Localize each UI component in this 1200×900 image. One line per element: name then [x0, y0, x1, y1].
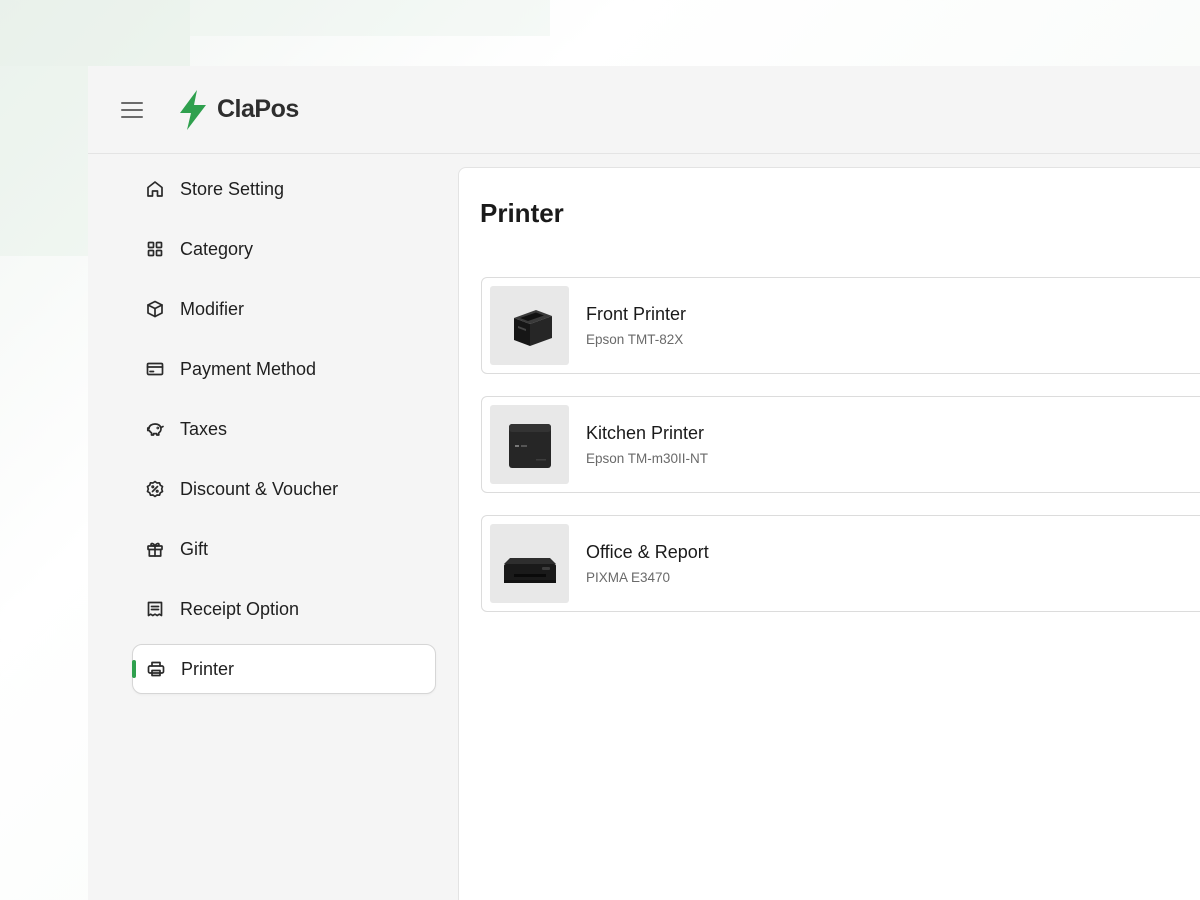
lightning-bolt-icon	[180, 89, 206, 130]
sidebar-item-category[interactable]: Category	[132, 224, 436, 274]
piggy-bank-icon	[145, 419, 165, 439]
gift-icon	[145, 539, 165, 559]
discount-badge-icon	[145, 479, 165, 499]
background-tile	[0, 0, 190, 66]
kitchen-printer-image	[508, 423, 551, 468]
printer-card-kitchen[interactable]: Kitchen Printer Epson TM-m30II-NT	[481, 396, 1200, 493]
background-tile	[0, 66, 88, 256]
printer-image	[490, 524, 569, 603]
printer-icon	[146, 659, 166, 679]
sidebar-item-modifier[interactable]: Modifier	[132, 284, 436, 334]
box-icon	[145, 299, 165, 319]
printer-name: Front Printer	[586, 304, 687, 324]
printer-panel: Printer Front Printer Epson TMT-82X Kitc…	[458, 167, 1200, 900]
background-tile	[190, 0, 550, 36]
sidebar-item-label: Receipt Option	[180, 598, 300, 619]
sidebar-item-payment-method[interactable]: Payment Method	[132, 344, 436, 394]
printer-name: Office & Report	[586, 542, 709, 562]
sidebar-item-discount-voucher[interactable]: Discount & Voucher	[132, 464, 436, 514]
app-name: ClaPos	[217, 95, 299, 123]
app-window: ClaPos Store Setting Category Modifier P…	[88, 66, 1200, 900]
grid-icon	[145, 239, 165, 259]
receipt-printer-image	[513, 309, 552, 346]
printer-image	[490, 286, 569, 365]
sidebar-item-label: Printer	[181, 658, 235, 679]
printer-list: Front Printer Epson TMT-82X Kitchen Prin…	[481, 277, 1200, 634]
printer-model: Epson TMT-82X	[586, 332, 684, 347]
home-icon	[145, 179, 165, 199]
settings-sidebar: Store Setting Category Modifier Payment …	[132, 164, 436, 704]
app-logo[interactable]: ClaPos	[177, 89, 299, 131]
sidebar-item-receipt-option[interactable]: Receipt Option	[132, 584, 436, 634]
printer-image	[490, 405, 569, 484]
sidebar-item-label: Store Setting	[180, 178, 285, 199]
page-title: Printer	[480, 198, 564, 228]
sidebar-item-gift[interactable]: Gift	[132, 524, 436, 574]
sidebar-item-taxes[interactable]: Taxes	[132, 404, 436, 454]
credit-card-icon	[145, 359, 165, 379]
sidebar-item-store-setting[interactable]: Store Setting	[132, 164, 436, 214]
sidebar-item-label: Gift	[180, 538, 209, 559]
hamburger-icon[interactable]	[121, 101, 143, 118]
printer-name: Kitchen Printer	[586, 423, 705, 443]
printer-card-front[interactable]: Front Printer Epson TMT-82X	[481, 277, 1200, 374]
sidebar-item-label: Payment Method	[180, 358, 317, 379]
sidebar-item-label: Taxes	[180, 418, 228, 439]
sidebar-item-printer[interactable]: Printer	[132, 644, 436, 694]
app-header: ClaPos	[88, 66, 1200, 154]
sidebar-item-label: Modifier	[180, 298, 245, 319]
office-printer-image	[503, 557, 556, 583]
printer-card-office[interactable]: Office & Report PIXMA E3470	[481, 515, 1200, 612]
sidebar-item-label: Discount & Voucher	[180, 478, 339, 499]
printer-model: Epson TM-m30II-NT	[586, 451, 709, 466]
receipt-icon	[145, 599, 165, 619]
printer-model: PIXMA E3470	[586, 570, 671, 585]
sidebar-item-label: Category	[180, 238, 254, 259]
